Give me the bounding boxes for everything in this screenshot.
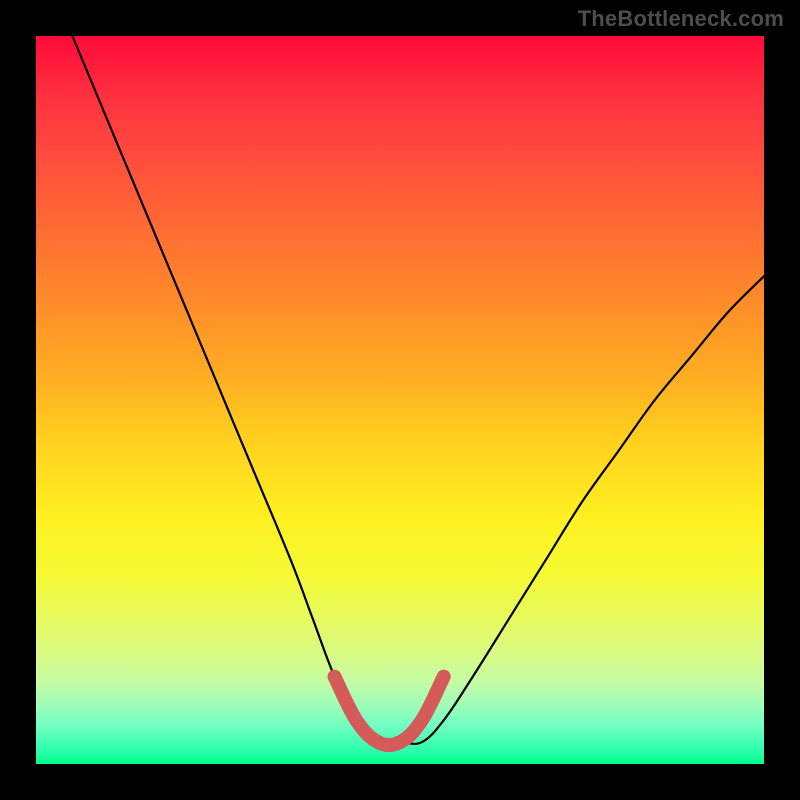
bottleneck-curve xyxy=(72,36,764,744)
chart-svg xyxy=(36,36,764,764)
watermark-text: TheBottleneck.com xyxy=(578,6,784,32)
chart-frame: TheBottleneck.com xyxy=(0,0,800,800)
bottom-highlight xyxy=(335,677,444,746)
plot-area xyxy=(36,36,764,764)
